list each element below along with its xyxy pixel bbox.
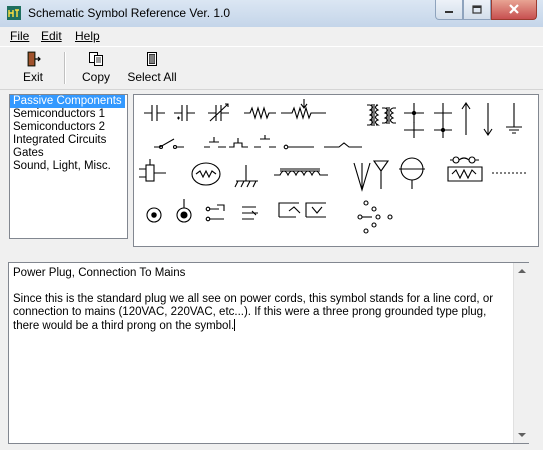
exit-label: Exit (22, 70, 43, 84)
text-caret (234, 319, 236, 331)
relay-contact-symbol[interactable] (305, 202, 326, 218)
wires-crossing-symbol[interactable] (434, 103, 452, 138)
symbol-palette (133, 94, 539, 247)
copy-icon (89, 52, 103, 66)
coax-jack-symbol[interactable] (176, 199, 192, 223)
app-icon (7, 6, 21, 20)
menu-edit[interactable]: Edit (41, 29, 62, 43)
antenna-symbol[interactable] (353, 162, 371, 192)
fuse-symbol[interactable] (447, 156, 483, 182)
lamp-symbol[interactable] (191, 162, 221, 186)
copy-button[interactable]: Copy (78, 51, 114, 89)
terminal-symbol[interactable] (283, 144, 314, 150)
switch-spst-symbol[interactable] (154, 138, 184, 150)
ground-symbol[interactable] (506, 103, 522, 134)
pushbutton-symbol[interactable] (254, 135, 276, 148)
resistor-symbol[interactable] (244, 106, 276, 120)
rotary-switch-symbol[interactable] (357, 200, 393, 234)
exit-button[interactable]: Exit (14, 51, 52, 89)
menu-help-label: Help (75, 29, 100, 43)
transformer-core-symbol[interactable] (382, 107, 396, 124)
capacitor-symbol[interactable] (144, 105, 165, 121)
category-list[interactable]: Passive Components Semiconductors 1 Semi… (9, 94, 128, 239)
wires-joined-symbol[interactable] (404, 103, 424, 138)
polarized-capacitor-symbol[interactable] (174, 105, 195, 121)
phone-plug-symbol[interactable] (205, 204, 225, 222)
menu-edit-label: Edit (41, 29, 62, 43)
scroll-down-icon (518, 433, 526, 437)
maximize-icon (472, 4, 482, 14)
select-all-icon (147, 52, 157, 66)
select-all-button[interactable]: Select All (124, 51, 180, 89)
phone-jack-symbol[interactable] (242, 206, 258, 220)
menu-bar: File Edit Help (0, 27, 543, 45)
close-button[interactable] (491, 0, 537, 20)
menu-file[interactable]: File (10, 29, 29, 43)
arrow-up-symbol[interactable] (461, 102, 471, 135)
list-item[interactable]: Passive Components (10, 95, 125, 108)
inductor-symbol[interactable] (274, 168, 328, 177)
menu-file-label: File (10, 29, 30, 43)
arrow-down-symbol[interactable] (483, 103, 493, 136)
maximize-button[interactable] (463, 0, 491, 20)
variable-capacitor-symbol[interactable] (208, 103, 229, 122)
microphone-symbol[interactable] (399, 157, 425, 189)
scroll-down-button[interactable] (514, 427, 530, 443)
list-item[interactable]: Semiconductors 1 (10, 108, 127, 121)
description-title: Power Plug, Connection To Mains (13, 267, 186, 279)
toolbar-separator (64, 52, 66, 84)
pushbutton-nc-symbol[interactable] (229, 138, 248, 148)
menu-help[interactable]: Help (75, 29, 100, 43)
vertical-scrollbar[interactable] (513, 263, 530, 443)
power-plug-symbol[interactable] (139, 159, 166, 182)
copy-label: Copy (81, 70, 110, 84)
minimize-button[interactable] (435, 0, 463, 20)
title-bar: Schematic Symbol Reference Ver. 1.0 (0, 0, 543, 28)
list-item[interactable]: Integrated Circuits (10, 134, 127, 147)
list-item[interactable]: Sound, Light, Misc. (10, 160, 127, 173)
description-body-wrap: Since this is the standard plug we all s… (13, 293, 524, 333)
relay-symbol[interactable] (278, 202, 301, 218)
chassis-ground-symbol[interactable] (234, 165, 258, 188)
select-all-label: Select All (127, 70, 177, 84)
toolbar: Exit Copy Select All (0, 46, 543, 90)
list-item[interactable]: Gates (10, 147, 127, 160)
transformer-symbol[interactable] (367, 104, 380, 126)
scroll-up-button[interactable] (514, 263, 530, 279)
exit-door-icon (27, 51, 41, 67)
jack-symbol[interactable] (324, 142, 362, 148)
minimize-icon (445, 10, 453, 13)
description-body: Since this is the standard plug we all s… (13, 293, 494, 332)
list-item[interactable]: Semiconductors 2 (10, 121, 127, 134)
antenna-triangle-symbol[interactable] (372, 160, 390, 189)
coax-connector-symbol[interactable] (146, 207, 162, 223)
pushbutton-no-symbol[interactable] (204, 137, 226, 148)
description-textarea[interactable]: Power Plug, Connection To Mains Since th… (8, 262, 529, 444)
scroll-up-icon (518, 269, 526, 273)
close-icon (509, 4, 519, 14)
potentiometer-symbol[interactable] (281, 99, 326, 120)
window-title: Schematic Symbol Reference Ver. 1.0 (28, 6, 231, 20)
